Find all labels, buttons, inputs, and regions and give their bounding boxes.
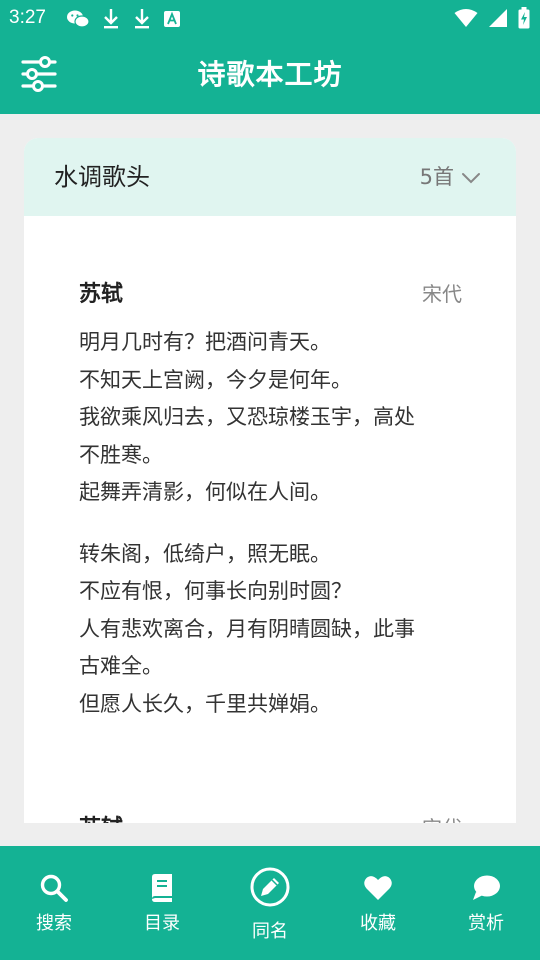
status-icons-left	[66, 8, 181, 30]
heart-icon	[364, 876, 392, 900]
status-bar: 3:27	[0, 0, 540, 36]
tab-label: 同名	[252, 921, 288, 942]
poem-line: 我欲乘风归去，又恐琼楼玉宇，高处	[79, 405, 415, 429]
app-bar: 诗歌本工坊	[0, 36, 540, 114]
search-icon	[40, 874, 68, 902]
sliders-icon	[21, 56, 57, 92]
tab-appreciation[interactable]: 赏析	[432, 846, 540, 960]
battery-charging-icon	[518, 7, 530, 29]
poem-line: 明月几时有？把酒问青天。	[79, 330, 331, 354]
tab-label: 搜索	[36, 913, 72, 934]
pencil-icon	[250, 867, 290, 907]
poem-line: 不胜寒。	[79, 442, 163, 467]
chat-bubble-icon	[473, 875, 500, 900]
status-time: 3:27	[9, 7, 46, 28]
poem-author: 苏轼	[79, 810, 123, 823]
a-badge-icon	[164, 11, 180, 27]
poem-count: 5首	[419, 165, 454, 189]
poem-line: 古难全。	[79, 654, 163, 678]
poem-group-card: 水调歌头 5首 苏轼 宋代 明月几时有？把酒问青天。 不知天上宫阙，今夕是何年。…	[24, 138, 516, 823]
download-icon	[104, 9, 118, 29]
poem-line: 人有悲欢离合，月有阴晴圆缺，此事	[79, 616, 415, 641]
poem-dynasty: 宋代	[422, 812, 462, 823]
tab-same-name[interactable]: 同名	[216, 846, 324, 960]
tab-label: 收藏	[360, 913, 396, 934]
tab-label: 目录	[144, 913, 180, 934]
card-title: 水调歌头	[54, 163, 150, 191]
poem-line: 但愿人长久，千里共婵娟。	[79, 691, 331, 716]
download-icon	[135, 9, 149, 29]
poem-line: 不知天上宫阙，今夕是何年。	[79, 367, 352, 392]
tab-catalog[interactable]: 目录	[108, 846, 216, 960]
poem-line: 起舞弄清影，何似在人间。	[79, 480, 331, 504]
poem-author: 苏轼	[79, 282, 124, 307]
poem-line: 不应有恨，何事长向别时圆？	[79, 579, 352, 603]
bottom-tab-bar: 搜索 目录 同名 收藏 赏析	[0, 846, 540, 960]
content-area[interactable]: 水调歌头 5首 苏轼 宋代 明月几时有？把酒问青天。 不知天上宫阙，今夕是何年。…	[0, 114, 540, 823]
tab-label: 赏析	[468, 913, 504, 934]
poem-body: 明月几时有？把酒问青天。 不知天上宫阙，今夕是何年。 我欲乘风归去，又恐琼楼玉宇…	[79, 324, 462, 723]
card-header[interactable]: 水调歌头 5首	[24, 138, 516, 216]
poem-dynasty: 宋代	[422, 282, 462, 306]
wifi-icon	[454, 9, 478, 27]
signal-icon	[489, 9, 507, 27]
book-icon	[152, 874, 172, 902]
stanza-gap	[79, 512, 462, 536]
settings-menu-button[interactable]	[20, 55, 58, 93]
tab-favorites[interactable]: 收藏	[324, 846, 432, 960]
wechat-icon	[67, 10, 90, 28]
status-icons-right	[454, 7, 530, 29]
chevron-down-icon[interactable]	[460, 167, 482, 189]
poem-line: 转朱阁，低绮户，照无眠。	[79, 541, 331, 566]
app-title: 诗歌本工坊	[197, 58, 343, 91]
tab-search[interactable]: 搜索	[0, 846, 108, 960]
